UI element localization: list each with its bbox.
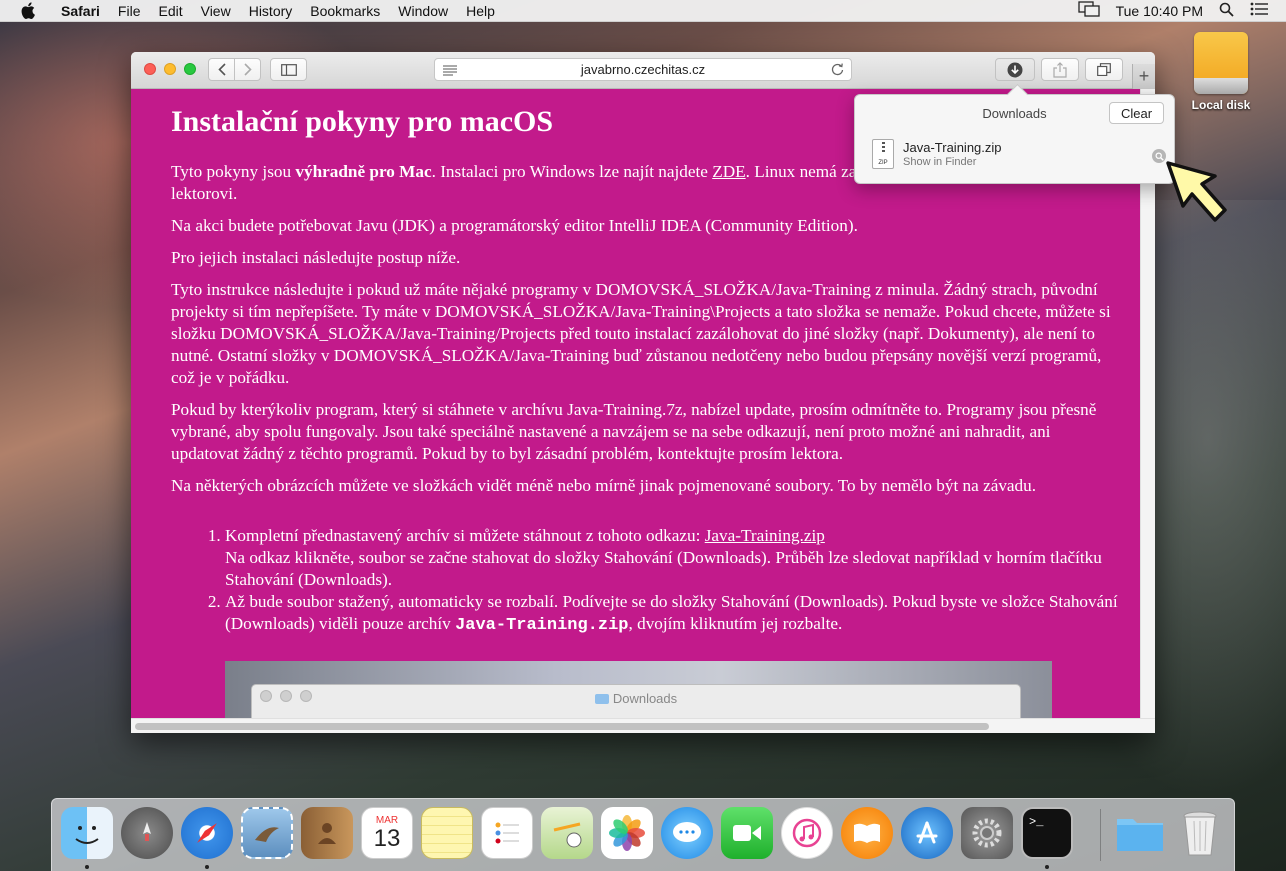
menu-window[interactable]: Window: [389, 3, 457, 19]
dock-separator: [1100, 809, 1101, 861]
new-tab-button[interactable]: +: [1132, 64, 1155, 89]
safari-toolbar: javabrno.czechitas.cz +: [131, 52, 1155, 89]
ibooks-icon[interactable]: [841, 807, 893, 859]
back-button[interactable]: [208, 58, 235, 81]
system-preferences-icon[interactable]: [961, 807, 1013, 859]
share-button[interactable]: [1041, 58, 1079, 81]
java-training-zip-link[interactable]: Java-Training.zip: [705, 526, 825, 545]
sidebar-toggle-button[interactable]: [270, 58, 307, 81]
intro-text: Tyto pokyny jsou: [171, 162, 296, 181]
step2-text-2: , dvojím kliknutím jej rozbalte.: [628, 614, 843, 633]
finder-screenshot-image: Downloads: [225, 661, 1052, 718]
terminal-prompt: >_: [1029, 815, 1044, 829]
app-store-icon[interactable]: [901, 807, 953, 859]
finder-window-preview: Downloads: [251, 684, 1021, 718]
display-mirroring-icon[interactable]: [1077, 1, 1100, 20]
forward-button[interactable]: [234, 58, 261, 81]
downloads-button[interactable]: [995, 58, 1035, 81]
url-text: javabrno.czechitas.cz: [580, 62, 706, 77]
calendar-icon[interactable]: MAR 13: [361, 807, 413, 859]
windows-link[interactable]: ZDE: [712, 162, 745, 181]
menu-edit[interactable]: Edit: [149, 3, 191, 19]
finder-preview-title: Downloads: [252, 688, 1020, 710]
paragraph-images-note: Na některých obrázcích můžete ve složkác…: [171, 476, 1037, 495]
zip-tag: ZIP: [878, 160, 888, 166]
mouse-cursor-icon: [1163, 158, 1233, 235]
notification-center-icon[interactable]: [1250, 2, 1268, 19]
spotlight-search-icon[interactable]: [1219, 2, 1234, 20]
address-bar[interactable]: javabrno.czechitas.cz: [434, 58, 852, 81]
mail-icon[interactable]: [241, 807, 293, 859]
paragraph-instructions: Tyto instrukce následujte i pokud už mát…: [171, 280, 1111, 387]
step2-code: Java-Training.zip: [455, 616, 629, 635]
tabs-overview-icon: [1097, 63, 1111, 76]
menu-help[interactable]: Help: [457, 3, 504, 19]
zip-file-icon: ZIP: [872, 139, 894, 169]
dock: MAR 13 >_: [51, 798, 1235, 871]
reminders-icon[interactable]: [481, 807, 533, 859]
chevron-left-icon: [217, 63, 226, 76]
download-arrow-icon: [1007, 62, 1023, 77]
menu-view[interactable]: View: [192, 3, 240, 19]
notes-icon[interactable]: [421, 807, 473, 859]
terminal-icon[interactable]: >_: [1021, 807, 1073, 859]
download-file-name[interactable]: Java-Training.zip: [903, 140, 1002, 155]
plus-icon: +: [1138, 66, 1150, 86]
launchpad-icon[interactable]: [121, 807, 173, 859]
close-window-button[interactable]: [144, 63, 156, 75]
menubar-clock[interactable]: Tue 10:40 PM: [1116, 3, 1203, 19]
folder-stack-icon[interactable]: [1114, 807, 1166, 859]
desktop-drive-label: Local disk: [1191, 98, 1251, 112]
menu-app-safari[interactable]: Safari: [52, 3, 109, 19]
trash-icon[interactable]: [1174, 807, 1226, 859]
minimize-window-button[interactable]: [164, 63, 176, 75]
messages-icon[interactable]: [661, 807, 713, 859]
steps-list: Kompletní přednastavený archív si můžete…: [171, 525, 1120, 637]
external-drive-icon: [1194, 32, 1248, 94]
photos-icon[interactable]: [601, 807, 653, 859]
facetime-icon[interactable]: [721, 807, 773, 859]
running-indicator: [85, 865, 89, 869]
horizontal-scrollbar[interactable]: [131, 718, 1155, 733]
apple-menu-icon[interactable]: [18, 1, 38, 21]
share-icon: [1053, 61, 1067, 78]
finder-preview-title-text: Downloads: [612, 691, 678, 706]
folder-icon: [594, 694, 609, 704]
paragraph-follow: Pro jejich instalaci následujte postup n…: [171, 248, 461, 267]
sidebar-icon: [280, 63, 297, 76]
itunes-icon[interactable]: [781, 807, 833, 859]
chevron-right-icon: [243, 63, 252, 76]
maps-icon[interactable]: [541, 807, 593, 859]
paragraph-requirements: Na akci budete potřebovat Javu (JDK) a p…: [171, 216, 858, 235]
menu-history[interactable]: History: [240, 3, 302, 19]
reload-icon[interactable]: [831, 62, 844, 79]
show-tabs-button[interactable]: [1085, 58, 1123, 81]
zoom-window-button[interactable]: [184, 63, 196, 75]
show-in-finder-label: Show in Finder: [903, 156, 977, 168]
finder-icon[interactable]: [61, 807, 113, 859]
safari-icon[interactable]: [181, 807, 233, 859]
menu-file[interactable]: File: [109, 3, 150, 19]
step1-detail: Na odkaz klikněte, soubor se začne staho…: [225, 548, 1102, 589]
reader-view-icon[interactable]: [443, 64, 457, 79]
list-item: Kompletní přednastavený archív si můžete…: [225, 525, 1120, 591]
menu-bookmarks[interactable]: Bookmarks: [301, 3, 389, 19]
running-indicator: [205, 865, 209, 869]
menu-bar: Safari File Edit View History Bookmarks …: [0, 0, 1286, 22]
paragraph-updates: Pokud by kterýkoliv program, který si st…: [171, 400, 1097, 463]
calendar-month: MAR: [375, 814, 399, 826]
horizontal-scroll-thumb[interactable]: [135, 723, 989, 730]
clear-downloads-button[interactable]: Clear: [1109, 102, 1164, 124]
contacts-icon[interactable]: [301, 807, 353, 859]
zipper-graphic: [882, 142, 885, 154]
desktop-drive[interactable]: Local disk: [1182, 32, 1260, 112]
intro-bold: výhradně pro Mac: [295, 162, 432, 181]
calendar-day: 13: [373, 824, 401, 852]
list-item: Až bude soubor stažený, automaticky se r…: [225, 591, 1120, 637]
downloads-popover: Downloads Clear ZIP Java-Training.zip Sh…: [854, 94, 1175, 184]
intro-text-2: . Instalaci pro Windows lze najít najdet…: [431, 162, 713, 181]
running-indicator: [1045, 865, 1049, 869]
step1-text: Kompletní přednastavený archív si můžete…: [225, 526, 705, 545]
